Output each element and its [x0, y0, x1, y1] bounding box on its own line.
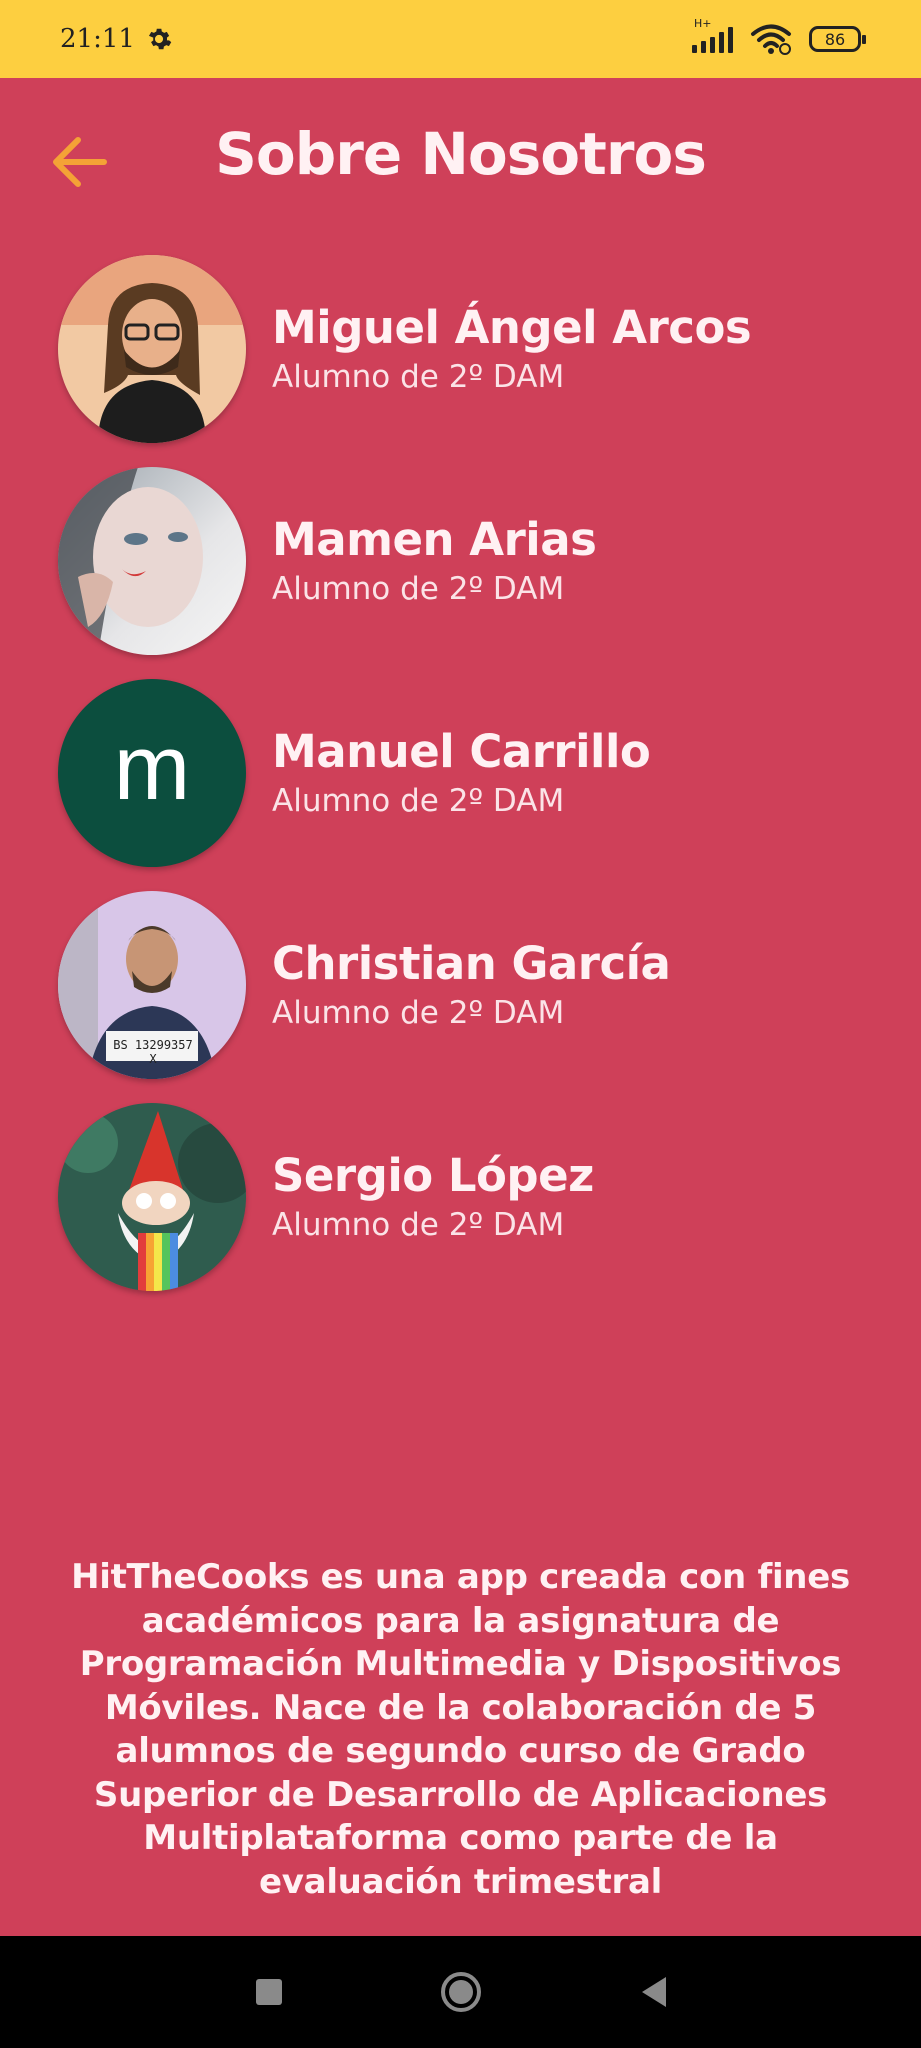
about-description: HitTheCooks es una app creada con fines …	[71, 1557, 850, 1902]
member-role: Alumno de 2º DAM	[272, 570, 565, 607]
member-item: m Manuel Carrillo Alumno de 2º DAM	[58, 679, 878, 867]
square-icon	[255, 1979, 282, 2005]
member-role: Alumno de 2º DAM	[272, 782, 565, 819]
member-item: BS 13299357 X Christian García Alumno de…	[58, 891, 878, 1079]
battery-level: 86	[824, 29, 846, 49]
avatar-photo-sergio	[58, 1103, 246, 1291]
member-text: Mamen Arias Alumno de 2º DAM	[272, 513, 597, 607]
system-nav-bar	[0, 1936, 921, 2048]
network-type-label: H+	[694, 17, 712, 30]
status-right: H+ 86	[692, 17, 866, 55]
avatar: m	[58, 679, 246, 867]
status-time: 21:11	[60, 24, 135, 54]
avatar: BS 13299357 X	[58, 891, 246, 1079]
avatar	[58, 255, 246, 443]
member-name: Mamen Arias	[272, 513, 597, 567]
member-item: Miguel Ángel Arcos Alumno de 2º DAM	[58, 255, 878, 443]
member-role: Alumno de 2º DAM	[272, 994, 565, 1031]
wifi-icon	[751, 24, 791, 55]
member-role: Alumno de 2º DAM	[272, 358, 565, 395]
member-name: Miguel Ángel Arcos	[272, 301, 752, 355]
avatar	[58, 1103, 246, 1291]
back-nav-button[interactable]	[638, 1975, 668, 2009]
avatar-photo-mamen	[58, 467, 246, 655]
member-item: Mamen Arias Alumno de 2º DAM	[58, 467, 878, 655]
member-text: Miguel Ángel Arcos Alumno de 2º DAM	[272, 301, 752, 395]
member-item: Sergio López Alumno de 2º DAM	[58, 1103, 878, 1291]
member-text: Manuel Carrillo Alumno de 2º DAM	[272, 725, 651, 819]
triangle-back-icon	[641, 1977, 666, 2007]
member-role: Alumno de 2º DAM	[272, 1206, 565, 1243]
avatar	[58, 467, 246, 655]
cell-signal-icon: H+	[692, 17, 733, 53]
avatar-photo-miguel	[58, 255, 246, 443]
circle-icon	[440, 1972, 481, 2012]
member-name: Manuel Carrillo	[272, 725, 651, 779]
member-name: Christian García	[272, 937, 671, 991]
recents-button[interactable]	[254, 1977, 284, 2007]
app-header: Sobre Nosotros	[0, 78, 921, 240]
member-name: Sergio López	[272, 1149, 594, 1203]
status-left: 21:11	[60, 24, 173, 54]
battery-icon: 86	[809, 26, 866, 52]
status-bar: 21:11 H+ 86	[0, 0, 921, 78]
page-title: Sobre Nosotros	[215, 120, 707, 188]
gear-icon	[148, 28, 172, 50]
member-text: Christian García Alumno de 2º DAM	[272, 937, 671, 1031]
avatar-letter: m	[113, 717, 191, 819]
sign-text: BS 13299357 X	[113, 1038, 193, 1066]
member-text: Sergio López Alumno de 2º DAM	[272, 1151, 594, 1243]
home-button[interactable]	[439, 1970, 483, 2014]
